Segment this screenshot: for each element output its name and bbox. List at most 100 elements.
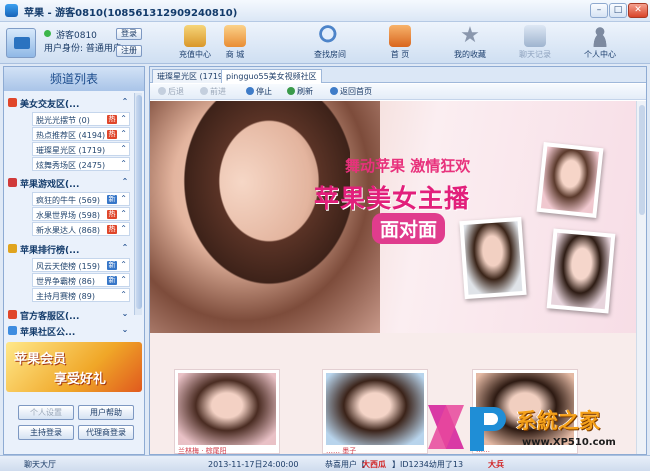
- new-badge: 新: [107, 276, 117, 285]
- tool-personal-center[interactable]: 个人中心: [570, 24, 630, 62]
- banner-subtitle: 舞动苹果 激情狂欢: [345, 157, 471, 175]
- tab-starlight[interactable]: 璀璨星光区 (1719): [152, 69, 232, 83]
- chevron-up-icon[interactable]: ⌃: [120, 275, 127, 284]
- home-page-button[interactable]: 返回首页: [330, 86, 372, 97]
- notice-text: 恭喜用户【: [325, 460, 365, 469]
- collapse-icon[interactable]: ⌃: [120, 97, 130, 107]
- channel-sidebar: 频道列表 美女交友区(... ⌃ 脱光光摆节 (0) 热 ⌃ 热点推荐区 (4194…: [3, 66, 145, 455]
- person-icon: [589, 25, 611, 47]
- channel-item[interactable]: 脱光光摆节 (0) 热 ⌃: [32, 112, 130, 126]
- chart-icon: [8, 326, 17, 335]
- new-badge: 新: [107, 195, 117, 204]
- site-watermark: 系統之家 www.XP510.com: [426, 403, 648, 455]
- host-card[interactable]: …… 墨子: [322, 369, 428, 454]
- hot-badge: 热: [107, 210, 117, 219]
- return-home-icon: [330, 87, 338, 95]
- browser-pane: 璀璨星光区 (1719) pingguo55美女视频社区 后退 前进 停止 刷新…: [149, 66, 647, 455]
- forward-button[interactable]: 前进: [200, 86, 226, 97]
- chevron-up-icon[interactable]: ⌃: [120, 159, 127, 168]
- category-service[interactable]: 官方客服区(... ⌄: [6, 307, 132, 322]
- notice-time: 2013-11-17日24:00:00: [208, 460, 299, 469]
- category-icon: [8, 310, 17, 319]
- close-button[interactable]: ✕: [628, 3, 648, 18]
- channel-item[interactable]: 炫舞秀场区 (2475) ⌃: [32, 157, 130, 171]
- channel-item[interactable]: 新水果达人 (868) 热 ⌃: [32, 222, 130, 236]
- username: 游客0810: [56, 31, 97, 41]
- promo-banner[interactable]: 舞动苹果 激情狂欢 苹果美女主播 面对面: [150, 101, 636, 333]
- chevron-up-icon[interactable]: ⌃: [120, 129, 127, 138]
- sidebar-scrollbar[interactable]: [134, 93, 142, 315]
- window-title: 苹果 - 游客0810(108561312909240810): [24, 8, 238, 19]
- user-role: 用户身份: 普通用户: [44, 44, 122, 54]
- category-ranking[interactable]: 苹果排行榜(... ⌃: [6, 241, 132, 256]
- notice-user: 大西瓜: [362, 460, 386, 469]
- channel-item[interactable]: 风云天使榜 (159) 新 ⌃: [32, 258, 130, 272]
- tool-home[interactable]: 首 页: [370, 24, 430, 62]
- category-community[interactable]: 苹果社区公... ⌄: [6, 323, 132, 338]
- register-button[interactable]: 注册: [116, 45, 142, 57]
- expand-icon[interactable]: ⌄: [120, 325, 130, 335]
- hot-badge: 热: [107, 225, 117, 234]
- chevron-up-icon[interactable]: ⌃: [120, 114, 127, 123]
- new-badge: 新: [107, 261, 117, 270]
- user-help-button[interactable]: 用户帮助: [78, 405, 134, 420]
- chevron-up-icon[interactable]: ⌃: [120, 209, 127, 218]
- channel-item[interactable]: 疯狂的牛牛 (569) 新 ⌃: [32, 192, 130, 206]
- chevron-up-icon[interactable]: ⌃: [120, 194, 127, 203]
- sidebar-scroll-thumb[interactable]: [136, 95, 142, 309]
- minimize-button[interactable]: –: [590, 3, 608, 18]
- tab-strip: 璀璨星光区 (1719) pingguo55美女视频社区: [150, 67, 646, 83]
- category-beauty[interactable]: 美女交友区(... ⌃: [6, 95, 132, 110]
- tool-favorites[interactable]: ★ 我的收藏: [440, 24, 500, 62]
- tool-chat-log[interactable]: 聊天记录: [505, 24, 565, 62]
- content-scroll-thumb[interactable]: [639, 105, 645, 215]
- channel-item[interactable]: 璀璨星光区 (1719) ⌃: [32, 142, 130, 156]
- channel-item[interactable]: 热点推荐区 (4194) 热 ⌃: [32, 127, 130, 141]
- header-toolbar: 游客0810 用户身份: 普通用户 登录 注册 充值中心 商 城 查找房间 首 …: [0, 22, 650, 64]
- host-card[interactable]: 兰林梅 · 棕尾阳: [174, 369, 280, 454]
- back-button[interactable]: 后退: [158, 86, 184, 97]
- lobby-label[interactable]: 聊天大厅: [24, 459, 56, 470]
- channel-item[interactable]: 水果世界场 (598) 热 ⌃: [32, 207, 130, 221]
- notice-end: 】ID1234幼用了13: [392, 460, 464, 469]
- collapse-icon[interactable]: ⌃: [120, 243, 130, 253]
- title-bar: 苹果 - 游客0810(108561312909240810) – □ ✕: [0, 0, 650, 22]
- agent-login-button[interactable]: 代理商登录: [78, 425, 134, 440]
- hot-badge: 热: [107, 115, 117, 124]
- tool-find-room[interactable]: 查找房间: [300, 24, 360, 62]
- vip-promo-banner[interactable]: 苹果会员 享受好礼: [6, 342, 142, 392]
- banner-title: 苹果美女主播: [314, 184, 471, 213]
- nav-toolbar: 后退 前进 停止 刷新 返回首页: [150, 84, 646, 100]
- category-icon: [8, 178, 17, 187]
- personal-settings-button[interactable]: 个人设置: [18, 405, 74, 420]
- chevron-up-icon[interactable]: ⌃: [120, 290, 127, 299]
- cart-icon: [224, 25, 246, 47]
- channel-item[interactable]: 世界争霸榜 (86) 新 ⌃: [32, 273, 130, 287]
- maximize-button[interactable]: □: [609, 3, 627, 18]
- chat-log-icon: [524, 25, 546, 47]
- collapse-icon[interactable]: ⌃: [120, 177, 130, 187]
- online-status-icon: [44, 30, 51, 37]
- expand-icon[interactable]: ⌄: [120, 309, 130, 319]
- avatar[interactable]: [6, 28, 36, 58]
- host-login-button[interactable]: 主持登录: [18, 425, 74, 440]
- chevron-up-icon[interactable]: ⌃: [120, 224, 127, 233]
- arrow-right-icon: [200, 87, 208, 95]
- host-photo: [178, 373, 276, 445]
- hot-badge: 热: [107, 130, 117, 139]
- refresh-icon: [287, 87, 295, 95]
- chevron-up-icon[interactable]: ⌃: [120, 260, 127, 269]
- stop-button[interactable]: 停止: [246, 86, 272, 97]
- login-button[interactable]: 登录: [116, 28, 142, 40]
- wallet-icon: [184, 25, 206, 47]
- tab-video-community[interactable]: pingguo55美女视频社区: [221, 69, 322, 83]
- content-scrollbar[interactable]: [636, 101, 646, 454]
- notice-tail: 大兵: [488, 460, 504, 469]
- tool-shop[interactable]: 商 城: [205, 24, 265, 62]
- banner-face-to-face: 面对面: [372, 213, 446, 244]
- thumbnail-photo: [459, 216, 527, 300]
- channel-item[interactable]: 主持月赛榜 (89) ⌃: [32, 288, 130, 302]
- category-games[interactable]: 苹果游戏区(... ⌃: [6, 175, 132, 190]
- chevron-up-icon[interactable]: ⌃: [120, 144, 127, 153]
- refresh-button[interactable]: 刷新: [287, 86, 313, 97]
